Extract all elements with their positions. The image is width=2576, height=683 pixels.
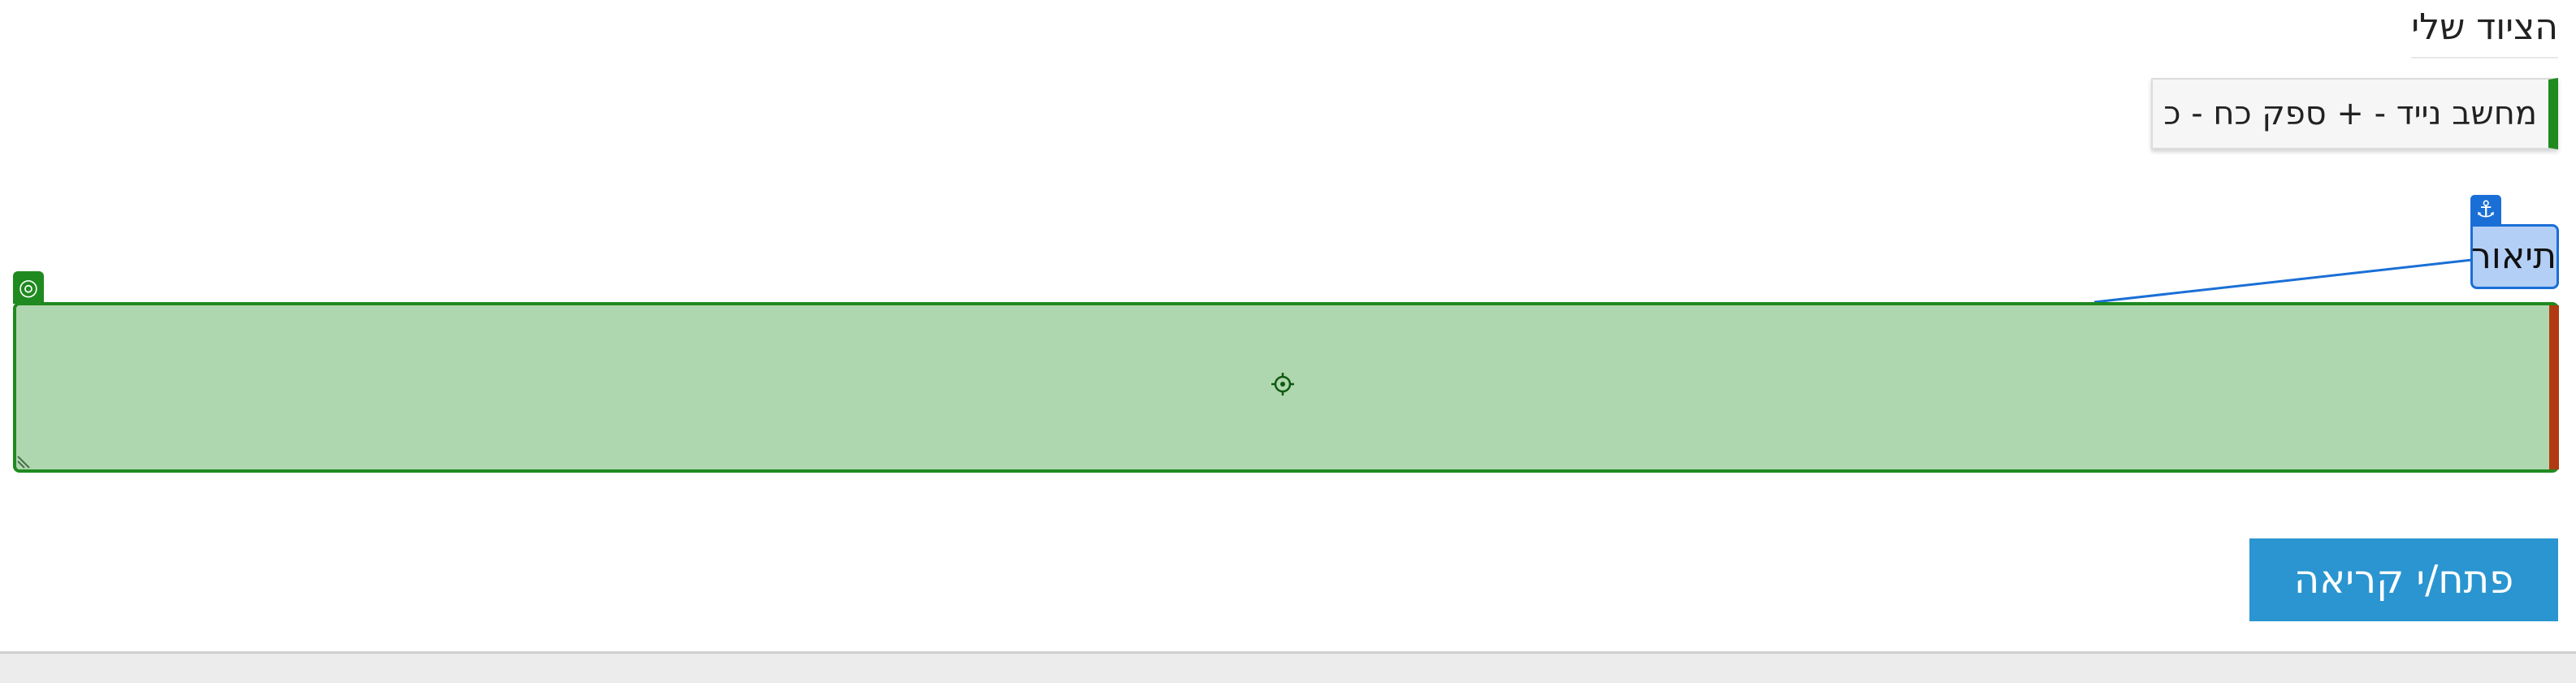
target-icon: ◎ xyxy=(13,271,44,304)
description-label: תיאור xyxy=(2470,224,2559,289)
open-ticket-button[interactable]: פתח/י קריאה xyxy=(2249,538,2558,621)
description-field[interactable] xyxy=(13,302,2559,473)
equipment-section-title: הציוד שלי xyxy=(2411,3,2558,58)
anchor-icon: ⚓ xyxy=(2470,195,2501,224)
equipment-item-laptop[interactable]: מחשב נייד - + ספק כח - כ xyxy=(2151,78,2558,149)
footer-bar xyxy=(0,651,2576,683)
